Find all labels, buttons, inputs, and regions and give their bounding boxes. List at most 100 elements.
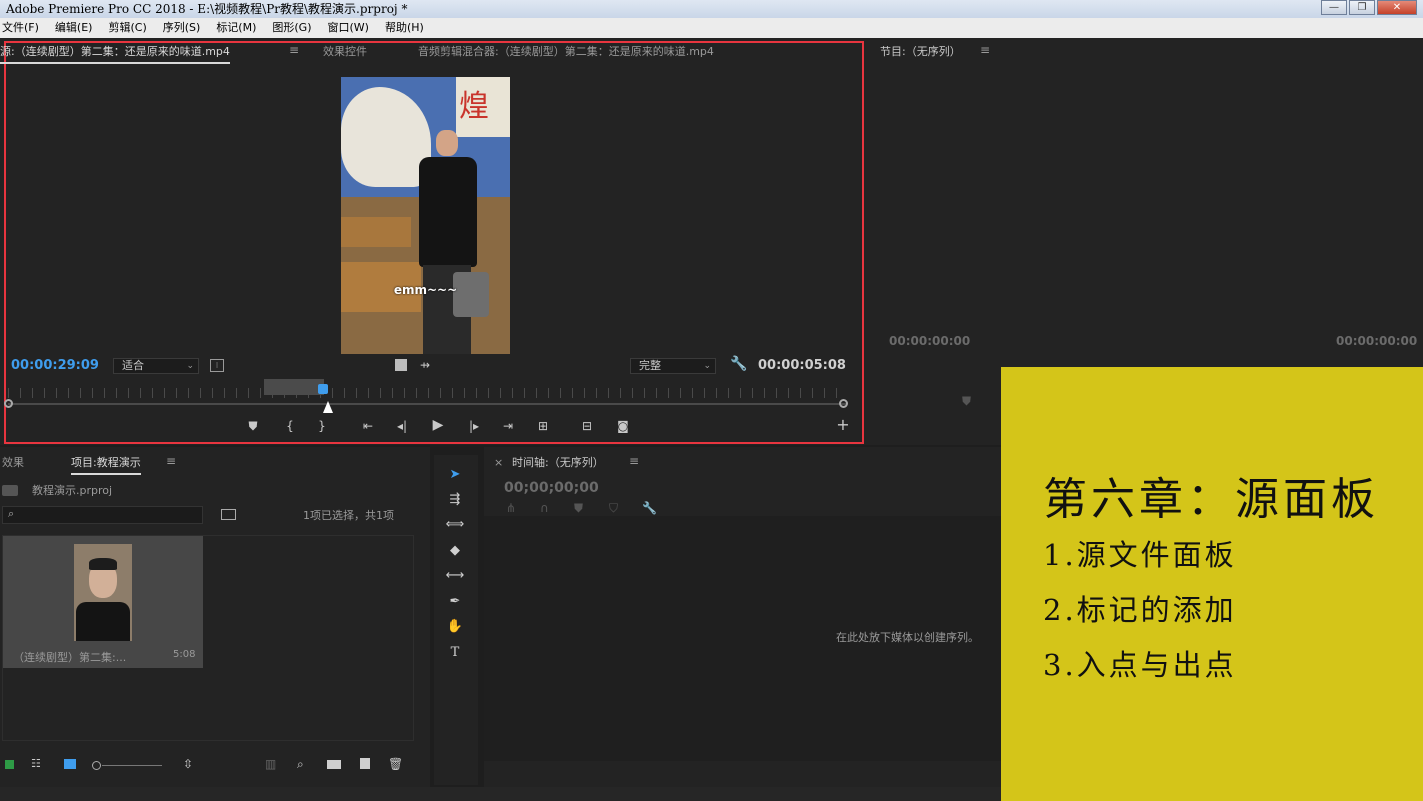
add-marker-icon[interactable]: ⛊ bbox=[962, 394, 971, 408]
zoom-handle-left[interactable] bbox=[4, 399, 13, 408]
add-marker-icon[interactable]: ⛊ bbox=[574, 501, 583, 515]
project-panel: 效果 项目:教程演示 ≡ 教程演示.prproj ⌕ 1项已选择，共1项 （连续… bbox=[0, 447, 430, 787]
panel-menu-icon[interactable]: ≡ bbox=[980, 43, 990, 57]
program-current-timecode[interactable]: 00:00:00:00 bbox=[889, 334, 970, 348]
list-view-icon[interactable]: ☷ bbox=[31, 757, 41, 771]
time-ruler[interactable] bbox=[8, 388, 846, 398]
new-item-icon[interactable] bbox=[360, 758, 370, 769]
chevron-down-icon: ⌄ bbox=[186, 361, 194, 371]
clip-thumbnail bbox=[74, 544, 132, 641]
video-subtitle: emm~~~ bbox=[393, 283, 458, 297]
playhead[interactable] bbox=[318, 384, 328, 394]
find-icon[interactable]: ⌕ bbox=[297, 757, 304, 771]
zoom-scrollbar[interactable] bbox=[8, 403, 846, 405]
icon-view-icon[interactable] bbox=[64, 759, 76, 769]
overwrite-icon[interactable]: ⊟ bbox=[577, 419, 597, 433]
panel-menu-icon[interactable]: ≡ bbox=[166, 454, 176, 468]
drag-audio-icon[interactable]: ⇸ bbox=[420, 358, 430, 372]
panel-menu-icon[interactable]: ≡ bbox=[289, 43, 299, 57]
tab-audio-clip-mixer[interactable]: 音频剪辑混合器:（连续剧型）第二集：还是原来的味道.mp4 bbox=[418, 43, 714, 59]
menu-help[interactable]: 帮助(H) bbox=[383, 18, 426, 38]
step-forward-icon[interactable]: |▸ bbox=[465, 419, 483, 433]
current-timecode[interactable]: 00:00:29:09 bbox=[11, 358, 99, 373]
close-button[interactable]: ✕ bbox=[1377, 0, 1417, 15]
video-preview: 煌 emm~~~ bbox=[341, 77, 510, 354]
zoom-slider-handle[interactable] bbox=[92, 761, 101, 770]
menu-edit[interactable]: 编辑(E) bbox=[53, 18, 95, 38]
tab-timeline[interactable]: 时间轴:（无序列） bbox=[512, 454, 604, 470]
chevron-down-icon: ⌄ bbox=[703, 361, 711, 371]
search-icon: ⌕ bbox=[8, 507, 15, 520]
tab-effect-controls[interactable]: 效果控件 bbox=[323, 43, 367, 59]
razor-tool-icon[interactable]: ◆ bbox=[444, 541, 466, 561]
timeline-timecode[interactable]: 00;00;00;00 bbox=[504, 480, 599, 496]
add-button-icon[interactable]: + bbox=[835, 417, 851, 433]
sort-icon[interactable]: ⇳ bbox=[183, 757, 193, 771]
wrench-icon[interactable]: 🔧 bbox=[730, 357, 747, 371]
close-tab-icon[interactable]: × bbox=[494, 456, 503, 469]
zoom-select-value: 适合 bbox=[122, 359, 144, 372]
slip-tool-icon[interactable]: ⟷ bbox=[444, 566, 466, 586]
menu-graphics[interactable]: 图形(G) bbox=[270, 18, 313, 38]
minimize-button[interactable]: — bbox=[1321, 0, 1347, 15]
pen-tool-icon[interactable]: ✒ bbox=[444, 592, 466, 612]
restore-button[interactable]: ❐ bbox=[1349, 0, 1375, 15]
marker-icon[interactable]: ⛉ bbox=[609, 501, 618, 515]
add-marker-icon[interactable]: ⛊ bbox=[245, 419, 261, 433]
play-icon[interactable]: ▶ bbox=[429, 418, 447, 432]
camera-icon[interactable]: ◙ bbox=[613, 419, 633, 433]
clip-duration: 5:08 bbox=[173, 649, 196, 660]
window-title-bar: Adobe Premiere Pro CC 2018 - E:\视频教程\Pr教… bbox=[0, 0, 1423, 18]
snap-icon[interactable]: ⋔ bbox=[506, 501, 516, 515]
selection-info: 1项已选择，共1项 bbox=[303, 509, 394, 522]
quality-select[interactable]: 完整 ⌄ bbox=[630, 358, 716, 374]
tab-effects[interactable]: 效果 bbox=[2, 454, 24, 470]
drag-video-icon[interactable] bbox=[395, 359, 407, 371]
go-to-in-icon[interactable]: ⇤ bbox=[359, 419, 377, 433]
window-title: Adobe Premiere Pro CC 2018 - E:\视频教程\Pr教… bbox=[6, 2, 408, 16]
tab-project[interactable]: 项目:教程演示 bbox=[71, 454, 141, 475]
go-to-out-icon[interactable]: ⇥ bbox=[499, 419, 517, 433]
zoom-slider-track[interactable] bbox=[102, 765, 162, 766]
trash-icon[interactable]: 🗑 bbox=[388, 757, 403, 771]
track-select-tool-icon[interactable]: ⇶ bbox=[444, 490, 466, 510]
settings-fit-icon[interactable]: ⁝ bbox=[210, 359, 224, 372]
menu-sequence[interactable]: 序列(S) bbox=[161, 18, 203, 38]
zoom-handle-right[interactable] bbox=[839, 399, 848, 408]
clip-thumbnail-card[interactable]: （连续剧型）第二集:... 5:08 bbox=[3, 536, 203, 668]
ripple-edit-tool-icon[interactable]: ⟺ bbox=[444, 515, 466, 535]
selection-tool-icon[interactable]: ➤ bbox=[444, 465, 466, 485]
zoom-select[interactable]: 适合 ⌄ bbox=[113, 358, 199, 374]
overlay-item: 3.入点与出点 bbox=[1043, 648, 1237, 682]
new-bin-icon[interactable] bbox=[327, 760, 341, 769]
hand-tool-icon[interactable]: ✋ bbox=[444, 617, 466, 637]
overlay-item: 1.源文件面板 bbox=[1043, 538, 1237, 572]
tab-source[interactable]: 源:（连续剧型）第二集：还是原来的味道.mp4 bbox=[0, 43, 230, 64]
drop-hint: 在此处放下媒体以创建序列。 bbox=[836, 631, 979, 644]
linked-selection-icon[interactable]: ∩ bbox=[540, 501, 549, 515]
new-bin-from-search-icon[interactable] bbox=[221, 509, 236, 520]
insert-icon[interactable]: ⊞ bbox=[533, 419, 553, 433]
menu-file[interactable]: 文件(F) bbox=[0, 18, 41, 38]
lock-icon[interactable] bbox=[5, 760, 14, 769]
panel-menu-icon[interactable]: ≡ bbox=[629, 454, 639, 468]
clip-name: （连续剧型）第二集:... bbox=[13, 651, 127, 664]
tab-program[interactable]: 节目:（无序列） bbox=[880, 43, 961, 59]
step-back-icon[interactable]: ◂| bbox=[393, 419, 411, 433]
menu-window[interactable]: 窗口(W) bbox=[326, 18, 371, 38]
mouse-cursor-icon bbox=[323, 401, 333, 413]
thumb-hair bbox=[89, 558, 117, 570]
search-input[interactable]: ⌕ bbox=[2, 506, 203, 524]
thumb-jacket bbox=[76, 602, 130, 641]
in-out-range[interactable] bbox=[264, 379, 324, 395]
program-duration-timecode: 00:00:00:00 bbox=[1336, 334, 1418, 348]
person-torso bbox=[419, 157, 477, 267]
wrench-icon[interactable]: 🔧 bbox=[642, 501, 657, 515]
menu-marker[interactable]: 标记(M) bbox=[214, 18, 258, 38]
automate-to-sequence-icon[interactable]: ▥ bbox=[265, 757, 276, 771]
type-tool-icon[interactable]: T bbox=[444, 643, 466, 663]
quality-select-value: 完整 bbox=[639, 359, 661, 372]
menu-clip[interactable]: 剪辑(C) bbox=[106, 18, 148, 38]
mark-out-icon[interactable]: } bbox=[314, 419, 330, 433]
mark-in-icon[interactable]: { bbox=[282, 419, 298, 433]
